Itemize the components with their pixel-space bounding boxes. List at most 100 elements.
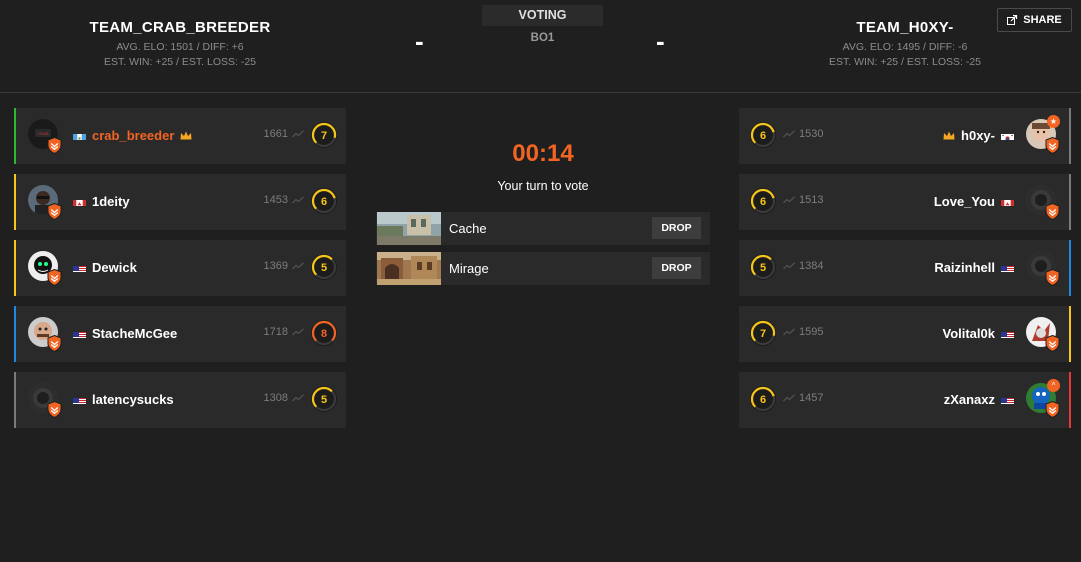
avatar[interactable]: CRAB: [28, 119, 62, 154]
elo-group: 1530: [783, 128, 823, 140]
avatar[interactable]: [1026, 185, 1060, 220]
match-status: VOTING BO1: [482, 5, 603, 44]
player-name-group: StacheMcGee: [73, 326, 177, 341]
separator-dash-right: -: [656, 26, 665, 56]
team-left-est: EST. WIN: +25 / EST. LOSS: -25: [103, 56, 256, 68]
player-elo: 1595: [799, 326, 824, 338]
player-elo: 1718: [263, 326, 288, 338]
player-row-right[interactable]: ^ zXanaxz 1457 6: [739, 372, 1071, 428]
player-name[interactable]: Dewick: [92, 260, 137, 275]
player-row-left[interactable]: StacheMcGee 1718 8: [14, 306, 346, 362]
svg-text:CRAB: CRAB: [37, 131, 48, 136]
player-name[interactable]: 1deity: [92, 194, 130, 209]
svg-text:5: 5: [321, 262, 327, 274]
player-row-left[interactable]: latencysucks 1308 5: [14, 372, 346, 428]
player-elo: 1453: [263, 194, 288, 206]
player-name-group: latencysucks: [73, 392, 174, 407]
svg-text:6: 6: [760, 394, 766, 406]
player-name-group: zXanaxz: [944, 392, 1014, 407]
player-name-group: Dewick: [73, 260, 137, 275]
player-elo: 1530: [799, 128, 824, 140]
level-badge: 8: [311, 320, 337, 346]
rank-shield-icon: [1045, 137, 1060, 154]
team-left-header: TEAM_CRAB_BREEDER AVG. ELO: 1501 / DIFF:…: [60, 19, 300, 69]
rank-shield-icon: [1045, 269, 1060, 286]
player-row-left[interactable]: CRAB crab_breeder 1661 7: [14, 108, 346, 164]
level-badge: 5: [750, 254, 776, 280]
svg-text:6: 6: [760, 196, 766, 208]
flag-us-icon: [1001, 329, 1014, 338]
avatar[interactable]: [1026, 251, 1060, 286]
elo-trend-icon: [783, 328, 795, 336]
svg-text:5: 5: [321, 394, 327, 406]
share-button[interactable]: SHARE: [997, 8, 1072, 32]
rank-shield-icon: [47, 269, 62, 286]
player-name[interactable]: latencysucks: [92, 392, 174, 407]
avatar[interactable]: [28, 251, 62, 286]
crown-icon: [943, 131, 955, 140]
player-name[interactable]: StacheMcGee: [92, 326, 177, 341]
rank-shield-icon: [47, 401, 62, 418]
team-right-name[interactable]: TEAM_H0XY-: [785, 19, 1025, 36]
map-thumbnail-mirage: [377, 252, 441, 285]
player-row-left[interactable]: 1deity 1453 6: [14, 174, 346, 230]
rank-shield-icon: [47, 137, 62, 154]
elo-group: 1384: [783, 260, 823, 272]
flag-gt-icon: [73, 131, 86, 140]
avatar[interactable]: [28, 383, 62, 418]
player-name-group: Volital0k: [942, 326, 1014, 341]
elo-group: 1513: [783, 194, 823, 206]
elo-trend-icon: [783, 196, 795, 204]
vote-prompt: Your turn to vote: [497, 179, 589, 193]
elo-trend-icon: [292, 262, 304, 270]
team-right-header: TEAM_H0XY- AVG. ELO: 1495 / DIFF: -6 EST…: [785, 19, 1025, 69]
team-left-name[interactable]: TEAM_CRAB_BREEDER: [60, 19, 300, 36]
player-name-group: Love_You: [934, 194, 1014, 209]
status-label: VOTING: [482, 5, 603, 26]
flag-us-icon: [73, 329, 86, 338]
drop-button-cache[interactable]: DROP: [652, 217, 701, 239]
player-name[interactable]: Raizinhell: [934, 260, 995, 275]
level-badge: 5: [311, 386, 337, 412]
premium-chevron-icon: ^: [1047, 379, 1060, 392]
player-elo: 1457: [799, 392, 824, 404]
avatar[interactable]: [28, 317, 62, 352]
flag-us-icon: [1001, 395, 1014, 404]
player-row-left[interactable]: Dewick 1369 5: [14, 240, 346, 296]
elo-group: 1369: [264, 260, 304, 272]
player-name[interactable]: zXanaxz: [944, 392, 995, 407]
player-row-right[interactable]: ★ h0xy- 1530 6: [739, 108, 1071, 164]
player-name[interactable]: Volital0k: [942, 326, 995, 341]
flag-us-icon: [1001, 263, 1014, 272]
share-icon: [1007, 15, 1018, 25]
rank-shield-icon: [47, 335, 62, 352]
level-badge: 6: [750, 188, 776, 214]
drop-button-mirage[interactable]: DROP: [652, 257, 701, 279]
elo-group: 1595: [783, 326, 823, 338]
flag-us-icon: [73, 263, 86, 272]
player-row-right[interactable]: Volital0k 1595 7: [739, 306, 1071, 362]
elo-group: 1718: [264, 326, 304, 338]
team-right-est: EST. WIN: +25 / EST. LOSS: -25: [828, 56, 981, 68]
team-right-avg-elo: AVG. ELO: 1495 / DIFF: -6: [842, 41, 968, 53]
level-badge: 7: [311, 122, 337, 148]
avatar[interactable]: [28, 185, 62, 220]
player-elo: 1661: [263, 128, 288, 140]
svg-text:6: 6: [321, 196, 327, 208]
player-row-right[interactable]: Raizinhell 1384 5: [739, 240, 1071, 296]
elo-trend-icon: [292, 394, 304, 402]
flag-ca-icon: [1001, 197, 1014, 206]
svg-text:7: 7: [760, 328, 766, 340]
player-name-group: h0xy-: [943, 128, 1014, 143]
player-name[interactable]: Love_You: [934, 194, 995, 209]
player-name[interactable]: h0xy-: [961, 128, 995, 143]
flag-ca-icon: [73, 197, 86, 206]
avatar[interactable]: [1026, 317, 1060, 352]
player-name[interactable]: crab_breeder: [92, 128, 174, 143]
map-thumbnail-cache: [377, 212, 441, 245]
rank-shield-icon: [47, 203, 62, 220]
svg-text:8: 8: [321, 328, 327, 340]
player-row-right[interactable]: Love_You 1513 6: [739, 174, 1071, 230]
avatar[interactable]: ^: [1026, 379, 1060, 418]
avatar[interactable]: ★: [1026, 115, 1060, 154]
